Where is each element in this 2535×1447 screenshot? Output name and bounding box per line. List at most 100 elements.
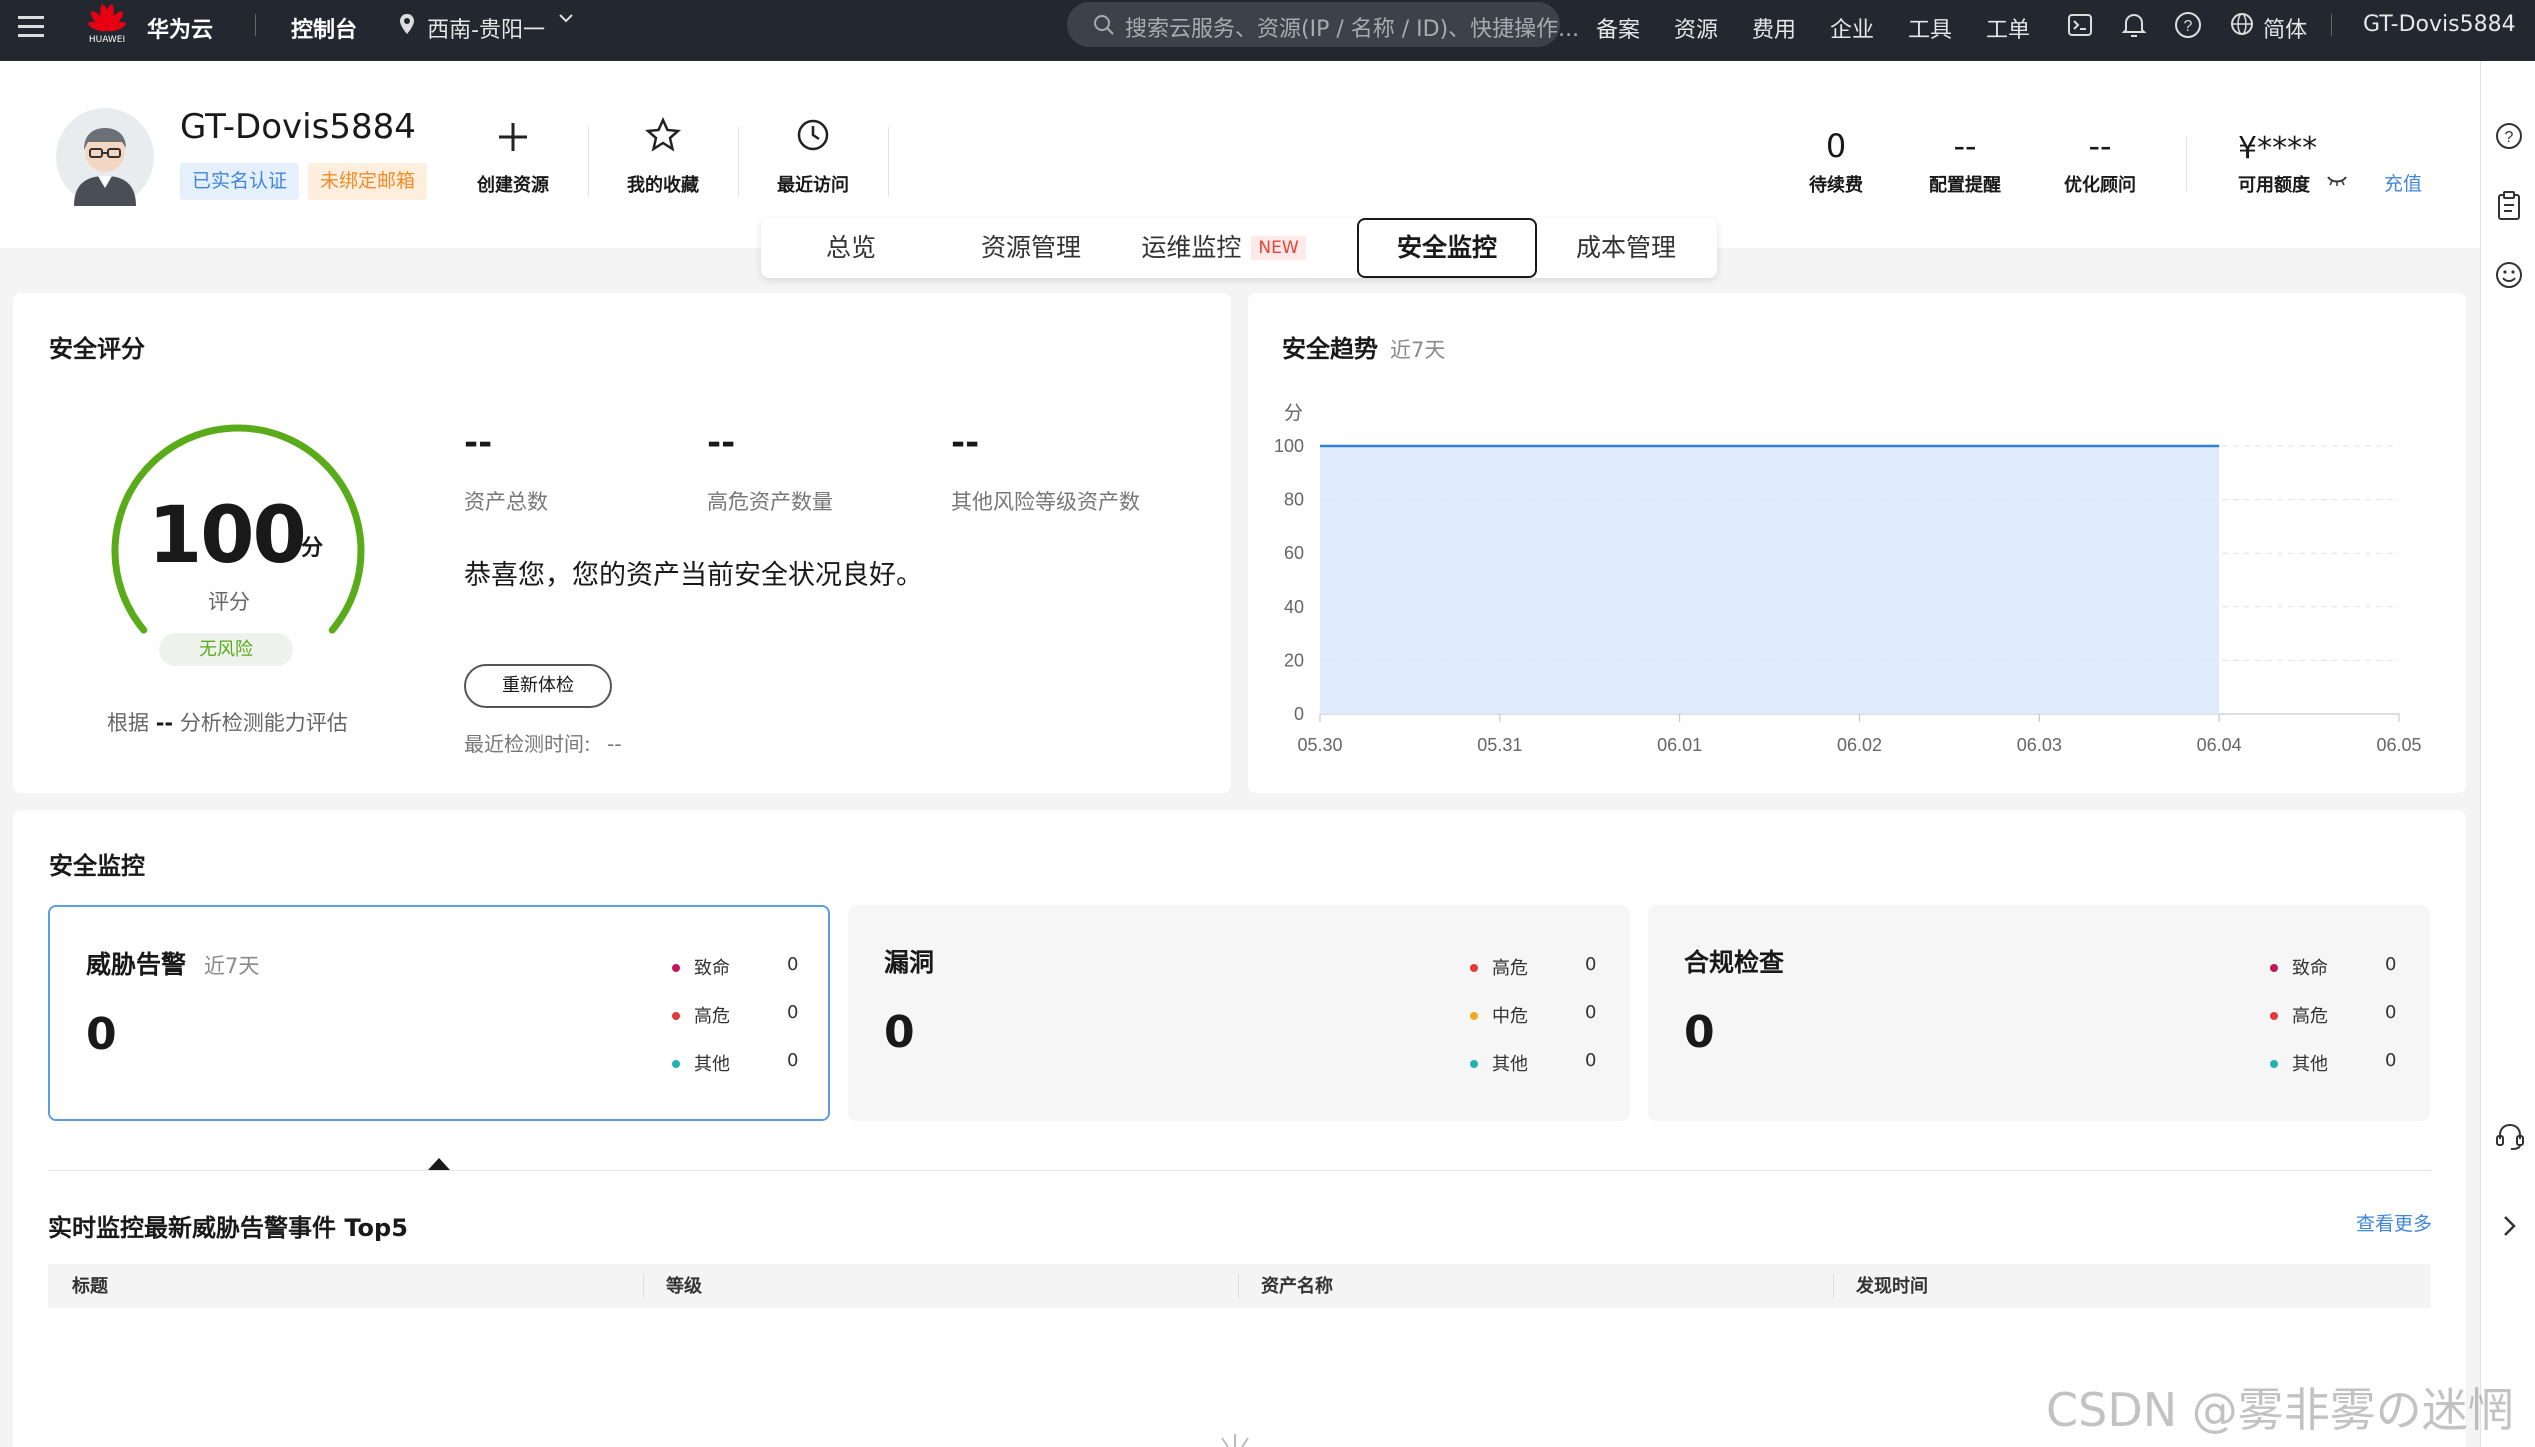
column-header-level[interactable]: 等级 — [666, 1266, 702, 1308]
other-risk-assets-label: 其他风险等级资产数 — [951, 490, 1140, 514]
high-risk-assets-label: 高危资产数量 — [707, 490, 833, 514]
terminal-icon[interactable] — [2067, 12, 2093, 38]
console-link[interactable]: 控制台 — [291, 12, 357, 44]
search-input[interactable]: 搜索云服务、资源(IP / 名称 / ID)、快捷操作... — [1067, 2, 1579, 47]
severity-dot — [1470, 1012, 1478, 1020]
tab-ops-monitoring-label: 运维监控 — [1141, 233, 1242, 262]
optimization-advisor-stat[interactable]: -- 优化顾问 — [2045, 127, 2155, 197]
y-tick-label: 20 — [1284, 650, 1304, 670]
compliance-check-count: 0 — [1684, 1007, 1715, 1058]
column-header-found-time[interactable]: 发现时间 — [1856, 1266, 1928, 1308]
huawei-flower-icon — [88, 4, 126, 32]
csdn-watermark: CSDN @雾非雾の迷惘 — [2046, 1383, 2514, 1437]
vulnerability-count: 0 — [884, 1007, 915, 1058]
view-more-link[interactable]: 查看更多 — [2356, 1209, 2432, 1236]
x-tick-label: 06.01 — [1657, 735, 1702, 755]
chevron-down-icon — [559, 14, 573, 23]
avatar[interactable] — [56, 108, 154, 206]
divider — [48, 1170, 2431, 1171]
legend-item: 高危 0 — [672, 1002, 798, 1028]
verified-badge[interactable]: 已实名认证 — [180, 163, 300, 200]
column-header-title[interactable]: 标题 — [72, 1266, 108, 1308]
score-basis: 根据 -- 分析检测能力评估 — [107, 707, 348, 737]
legend-count: 0 — [787, 954, 799, 975]
clipboard-icon[interactable] — [2494, 191, 2524, 221]
search-icon — [1094, 15, 1114, 35]
column-header-asset-name[interactable]: 资产名称 — [1261, 1266, 1333, 1308]
legend-count: 0 — [2385, 954, 2397, 975]
renewal-stat[interactable]: 0 待续费 — [1796, 127, 1876, 197]
y-tick-label: 60 — [1284, 543, 1304, 563]
eye-closed-icon[interactable] — [2326, 173, 2348, 187]
security-score-card: 安全评分 100 分 评分 无风险 根据 -- 分析检测能力评估 -- 资产总数… — [13, 293, 1231, 793]
legend-item: 致命 0 — [672, 954, 798, 980]
nav-filing[interactable]: 备案 — [1596, 12, 1640, 44]
optimization-advisor-value: -- — [2088, 127, 2112, 165]
legend-count: 0 — [2385, 1002, 2397, 1023]
recent-visits-button[interactable]: 最近访问 — [738, 113, 888, 197]
tab-resource-management[interactable]: 资源管理 — [941, 218, 1121, 278]
legend-label: 高危 — [1492, 958, 1528, 979]
tab-cost-management[interactable]: 成本管理 — [1536, 218, 1716, 278]
user-menu[interactable]: GT-Dovis5884 — [2363, 12, 2516, 37]
headset-support-icon[interactable] — [2494, 1121, 2526, 1151]
email-unbound-badge[interactable]: 未绑定邮箱 — [308, 163, 428, 200]
tab-ops-monitoring[interactable]: 运维监控 NEW — [1121, 218, 1326, 278]
caret-up-icon — [428, 1158, 450, 1170]
column-divider — [643, 1274, 644, 1298]
compliance-check-box[interactable]: 合规检查 0 致命 0 高危 0 其他 0 — [1648, 905, 2430, 1121]
top5-alerts-title: 实时监控最新威胁告警事件 Top5 — [48, 1214, 408, 1242]
legend-count: 0 — [787, 1002, 799, 1023]
security-score-title: 安全评分 — [49, 335, 145, 363]
region-selector[interactable]: 西南-贵阳一 — [398, 12, 574, 43]
legend-count: 0 — [787, 1050, 799, 1071]
nav-tickets[interactable]: 工单 — [1986, 12, 2030, 44]
credit-label: 可用额度 — [2238, 175, 2310, 196]
help-icon[interactable]: ? — [2174, 11, 2202, 39]
compliance-check-title: 合规检查 — [1684, 948, 1785, 977]
divider — [888, 127, 889, 197]
last-check-value: -- — [607, 732, 622, 756]
security-monitor-title: 安全监控 — [49, 852, 145, 880]
nav-enterprise[interactable]: 企业 — [1830, 12, 1874, 44]
x-tick-label: 05.31 — [1477, 735, 1522, 755]
severity-dot — [2270, 1060, 2278, 1068]
divider — [2331, 14, 2332, 36]
tab-security-monitoring[interactable]: 安全监控 — [1357, 218, 1537, 278]
favorites-button[interactable]: 我的收藏 — [588, 113, 738, 197]
legend-label: 其他 — [2292, 1054, 2328, 1075]
chevron-right-icon[interactable] — [2494, 1211, 2524, 1241]
y-tick-label: 80 — [1284, 490, 1304, 510]
security-status-message: 恭喜您，您的资产当前安全状况良好。 — [464, 560, 923, 591]
total-assets-label: 资产总数 — [464, 490, 548, 514]
vulnerability-box[interactable]: 漏洞 0 高危 0 中危 0 其他 0 — [848, 905, 1630, 1121]
smile-feedback-icon[interactable] — [2494, 260, 2524, 290]
recheck-button[interactable]: 重新体检 — [464, 664, 612, 708]
language-selector[interactable]: 简体 — [2230, 12, 2307, 43]
legend-item: 致命 0 — [2270, 954, 2396, 980]
huawei-logo[interactable]: HUAWEI — [82, 2, 132, 46]
nav-resources[interactable]: 资源 — [1674, 12, 1718, 44]
nav-billing[interactable]: 费用 — [1752, 12, 1796, 44]
tab-overview[interactable]: 总览 — [761, 218, 941, 278]
security-trend-card: 安全趋势 近7天 分 0 20 40 60 80 100 05.30 05.31 06.01 06.0… — [1248, 293, 2466, 793]
column-divider — [1833, 1274, 1834, 1298]
y-axis-unit-label: 分 — [1284, 402, 1303, 424]
nav-tools[interactable]: 工具 — [1908, 12, 1952, 44]
last-check-time: 最近检测时间: -- — [464, 728, 622, 757]
legend-count: 0 — [1585, 1002, 1597, 1023]
star-icon — [644, 116, 682, 152]
y-tick-label: 0 — [1294, 704, 1304, 724]
threat-alert-box[interactable]: 威胁告警 近7天 0 致命 0 高危 0 其他 0 — [48, 905, 830, 1121]
help-icon[interactable]: ? — [2494, 121, 2524, 151]
create-resource-button[interactable]: 创建资源 — [438, 113, 588, 197]
renewal-label: 待续费 — [1809, 175, 1863, 196]
recharge-link[interactable]: 充值 — [2384, 169, 2422, 196]
score-basis-prefix: 根据 — [107, 711, 149, 735]
brand-name[interactable]: 华为云 — [147, 12, 213, 44]
menu-icon[interactable] — [18, 14, 46, 38]
config-reminder-stat[interactable]: -- 配置提醒 — [1910, 127, 2020, 197]
risk-level-badge: 无风险 — [159, 633, 293, 666]
bell-icon[interactable] — [2121, 11, 2147, 39]
legend-label: 致命 — [694, 958, 730, 979]
